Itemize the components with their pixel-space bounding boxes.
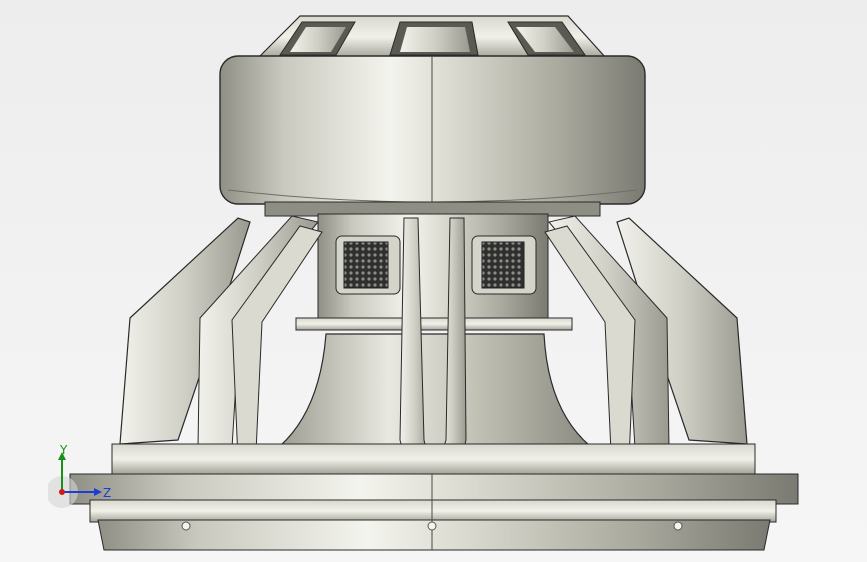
center-section — [295, 213, 573, 331]
vent-mesh-right — [481, 241, 525, 289]
y-axis-label: Y — [60, 443, 68, 457]
z-axis-label: Z — [103, 486, 112, 500]
cad-viewport[interactable]: Y Z — [0, 0, 867, 562]
speaker-frame-base — [69, 443, 799, 551]
magnet-cylinder — [219, 55, 646, 217]
speaker-model[interactable] — [0, 0, 867, 562]
x-axis-point-icon — [59, 489, 65, 495]
magnet-top-cap — [256, 15, 608, 59]
speaker-cone — [278, 333, 592, 447]
vent-mesh-left — [343, 241, 389, 289]
